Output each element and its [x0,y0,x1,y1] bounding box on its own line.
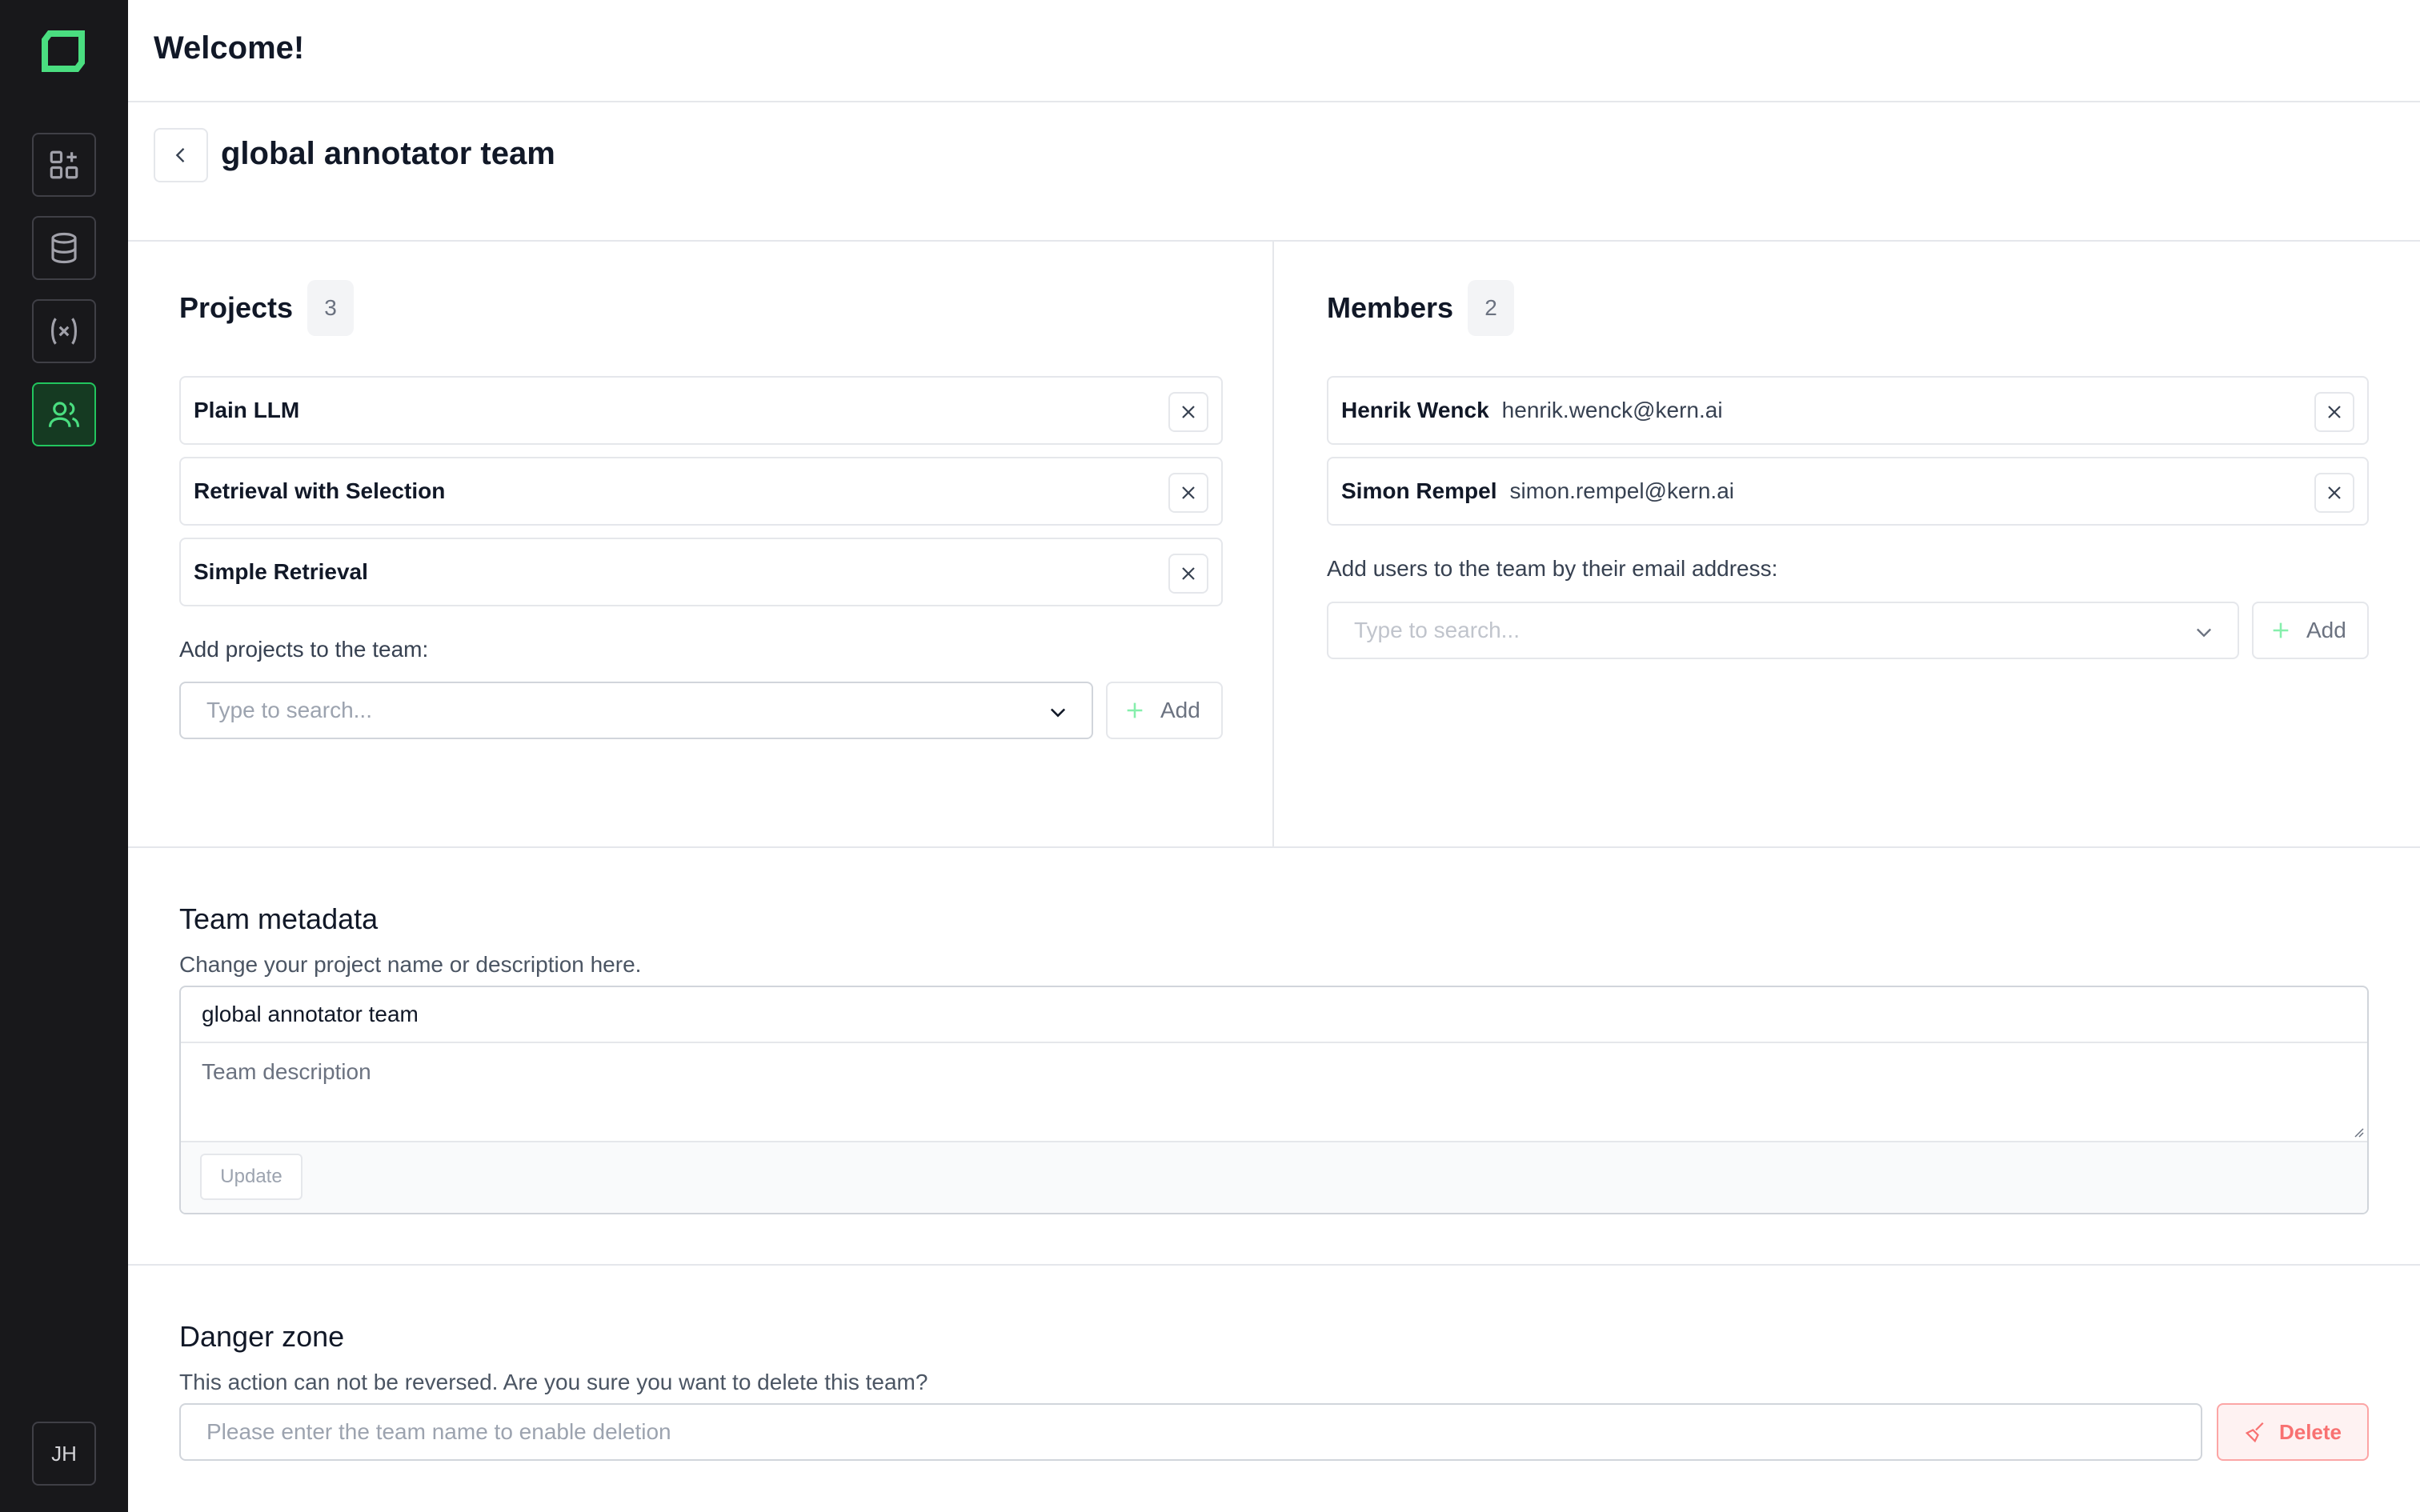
project-name: Plain LLM [194,398,300,422]
chevron-down-icon [2197,628,2211,638]
member-name: Henrik Wenck [1341,398,1489,422]
avatar[interactable]: JH [32,1422,96,1486]
delete-confirm-input[interactable]: Please enter the team name to enable del… [179,1403,2202,1461]
page-titlebar: global annotator team [128,102,2420,242]
sidebar-item-projects[interactable] [32,133,96,197]
sidebar-item-users[interactable] [32,382,96,446]
close-icon [1182,406,1195,418]
broom-icon [2245,1422,2264,1443]
add-project-button[interactable]: Add [1106,682,1223,739]
member-row: Henrik Wenck henrik.wenck@kern.ai [1327,376,2369,445]
project-name: Retrieval with Selection [194,478,446,503]
delete-button-label: Delete [2278,1419,2342,1444]
add-members-label: Add users to the team by their email add… [1327,556,1778,581]
sidebar: JH [0,0,128,1512]
chevron-down-icon [1050,708,1066,718]
team-name-field[interactable]: global annotator team [181,987,2367,1043]
team-description-placeholder: Team description [202,1059,371,1084]
member-email: henrik.wenck@kern.ai [1501,398,1723,422]
metadata-footer: Update [181,1141,2367,1213]
page-title: global annotator team [221,136,555,171]
projects-panel: Projects 3 Plain LLM Retrieval with Sele… [128,242,1274,846]
delete-button[interactable]: Delete [2217,1403,2369,1461]
add-member-label: Add [2306,618,2346,642]
delete-confirm-placeholder: Please enter the team name to enable del… [206,1419,671,1444]
project-row: Plain LLM [179,376,1223,445]
remove-member-button[interactable] [2314,392,2354,432]
project-row: Retrieval with Selection [179,457,1223,526]
member-email: simon.rempel@kern.ai [1509,478,1735,503]
danger-zone-section: Danger zone This action can not be rever… [128,1266,2420,1512]
close-icon [2328,486,2341,499]
resize-handle-icon[interactable] [2351,1125,2364,1138]
plus-icon [2273,622,2289,638]
sidebar-item-variables[interactable] [32,299,96,363]
add-member-button[interactable]: Add [2252,602,2369,659]
member-row: Simon Rempel simon.rempel@kern.ai [1327,457,2369,526]
projects-count-badge: 3 [307,280,355,336]
chevron-left-icon [175,148,185,162]
project-search-select[interactable]: Type to search... [179,682,1093,739]
danger-description: This action can not be reversed. Are you… [179,1370,928,1394]
projects-header: Projects 3 [179,280,355,336]
danger-heading: Danger zone [179,1320,345,1353]
users-icon [48,402,80,427]
back-button[interactable] [154,128,208,182]
remove-member-button[interactable] [2314,473,2354,513]
project-name: Simple Retrieval [194,559,368,584]
remove-project-button[interactable] [1168,392,1208,432]
member-name: Simon Rempel [1341,478,1497,503]
project-row: Simple Retrieval [179,538,1223,606]
database-icon [51,232,77,264]
remove-project-button[interactable] [1168,473,1208,513]
members-panel: Members 2 Henrik Wenck henrik.wenck@kern… [1276,242,2420,846]
projects-heading: Projects [179,291,294,324]
close-icon [2328,406,2341,418]
members-header: Members 2 [1327,280,1515,336]
plus-icon [1127,702,1143,718]
metadata-description: Change your project name or description … [179,952,642,977]
dashboard-add-icon [50,150,78,179]
close-icon [1182,486,1195,499]
member-search-select[interactable]: Type to search... [1327,602,2239,659]
add-project-label: Add [1160,698,1200,722]
header-title: Welcome! [154,30,305,66]
variable-icon [50,318,78,345]
top-header: Welcome! [128,0,2420,102]
team-metadata-section: Team metadata Change your project name o… [128,846,2420,1266]
update-button[interactable]: Update [200,1154,302,1200]
members-count-badge: 2 [1468,280,1515,336]
team-description-field[interactable]: Team description [181,1043,2367,1141]
add-projects-label: Add projects to the team: [179,637,429,662]
member-search-placeholder: Type to search... [1354,618,1520,642]
project-search-placeholder: Type to search... [206,698,372,722]
metadata-heading: Team metadata [179,902,379,935]
members-heading: Members [1327,291,1454,324]
app-logo-icon[interactable] [42,30,85,72]
sidebar-item-databases[interactable] [32,216,96,280]
metadata-form: global annotator team Team description U… [179,986,2369,1214]
close-icon [1182,567,1195,580]
remove-project-button[interactable] [1168,554,1208,594]
